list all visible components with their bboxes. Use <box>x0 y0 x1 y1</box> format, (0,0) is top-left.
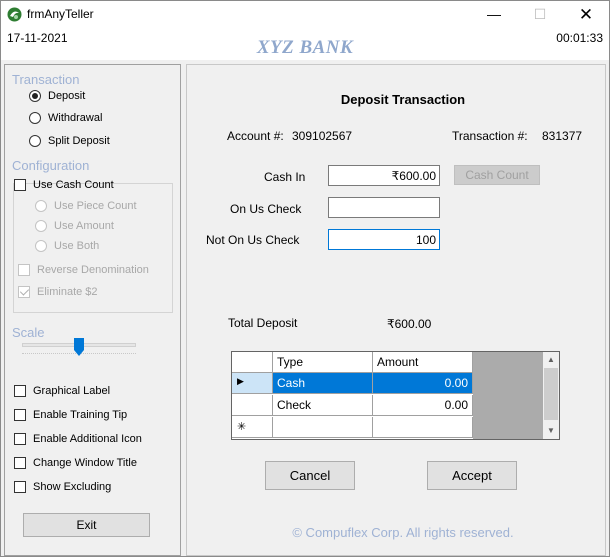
grid-cell-type[interactable]: Cash <box>273 373 373 394</box>
radio-label: Use Amount <box>54 220 114 232</box>
radio-dot-icon <box>29 135 41 147</box>
checkbox-icon <box>14 179 26 191</box>
radio-use-both[interactable]: Use Both <box>35 238 99 254</box>
copyright-footer: © Compuflex Corp. All rights reserved. <box>292 525 514 540</box>
radio-dot-icon <box>35 200 47 212</box>
show-excluding-checkbox[interactable]: Show Excluding <box>14 479 111 495</box>
minimize-button[interactable]: — <box>471 1 517 28</box>
radio-dot-icon <box>29 112 41 124</box>
configuration-group-label: Configuration <box>12 158 90 173</box>
radio-split-deposit[interactable]: Split Deposit <box>29 133 110 149</box>
app-window: frmAnyTeller — ☐ ✕ 17-11-2021 XYZ BANK 0… <box>0 0 610 557</box>
radio-dot-icon <box>35 220 47 232</box>
enable-additional-icon-checkbox[interactable]: Enable Additional Icon <box>14 431 142 447</box>
checkmark-icon <box>18 286 30 298</box>
title-bar: frmAnyTeller — ☐ ✕ <box>1 1 609 28</box>
radio-deposit[interactable]: Deposit <box>29 88 85 104</box>
grid-corner <box>232 352 273 373</box>
not-on-us-check-input[interactable]: 100 <box>328 229 440 250</box>
checkbox-icon <box>14 385 26 397</box>
options-panel: Transaction Deposit Withdrawal Split Dep… <box>4 64 181 556</box>
page-title: Deposit Transaction <box>340 92 466 107</box>
cash-in-input[interactable]: ₹600.00 <box>328 165 440 186</box>
radio-use-amount[interactable]: Use Amount <box>35 218 114 234</box>
radio-label: Withdrawal <box>48 112 103 124</box>
checkbox-icon <box>14 457 26 469</box>
close-button[interactable]: ✕ <box>563 1 609 28</box>
scroll-thumb[interactable] <box>544 368 558 420</box>
eliminate-two-checkbox[interactable]: Eliminate $2 <box>18 284 98 300</box>
checkbox-label: Show Excluding <box>33 481 112 493</box>
checkbox-label: Reverse Denomination <box>37 264 149 276</box>
checkbox-label: Eliminate $2 <box>37 286 98 298</box>
checkbox-icon <box>14 433 26 445</box>
grid-cell-amount[interactable]: 0.00 <box>373 373 473 394</box>
radio-label: Deposit <box>48 90 86 102</box>
transaction-number: 831377 <box>542 129 583 143</box>
radio-dot-icon <box>29 90 41 102</box>
session-timer: 00:01:33 <box>556 31 603 45</box>
checkbox-label: Use Cash Count <box>33 179 114 191</box>
grid-header-type[interactable]: Type <box>273 352 373 373</box>
scroll-down-icon[interactable]: ▼ <box>543 423 559 439</box>
checkbox-icon <box>18 264 30 276</box>
deposit-panel: Deposit Transaction Account #: 309102567… <box>186 64 606 556</box>
on-us-check-input[interactable] <box>328 197 440 218</box>
account-number: 309102567 <box>292 129 353 143</box>
maximize-button[interactable]: ☐ <box>517 1 563 28</box>
transaction-label: Transaction #: <box>452 129 528 143</box>
checkbox-label: Enable Training Tip <box>33 409 128 421</box>
scale-group-label: Scale <box>12 325 45 340</box>
change-window-title-checkbox[interactable]: Change Window Title <box>14 455 137 471</box>
account-label: Account #: <box>227 129 284 143</box>
accept-button[interactable]: Accept <box>427 461 517 490</box>
graphical-label-checkbox[interactable]: Graphical Label <box>14 383 110 399</box>
cash-count-button[interactable]: Cash Count <box>454 165 540 185</box>
total-deposit-value: ₹600.00 <box>387 317 432 331</box>
on-us-check-label: On Us Check <box>230 202 302 216</box>
cash-in-label: Cash In <box>264 170 306 184</box>
reverse-denomination-checkbox[interactable]: Reverse Denomination <box>18 262 149 278</box>
checkbox-icon <box>14 481 26 493</box>
window-title: frmAnyTeller <box>27 7 94 21</box>
scale-slider-thumb[interactable] <box>74 338 84 356</box>
radio-dot-icon <box>35 240 47 252</box>
new-row-icon[interactable]: ✳ <box>232 417 273 438</box>
grid-cell-amount[interactable]: 0.00 <box>373 395 473 416</box>
transaction-group-label: Transaction <box>12 72 80 87</box>
bank-name: XYZ BANK <box>256 37 354 58</box>
radio-use-piece-count[interactable]: Use Piece Count <box>35 198 137 214</box>
header-bar: 17-11-2021 XYZ BANK 00:01:33 <box>1 28 609 60</box>
scroll-up-icon[interactable]: ▲ <box>543 352 559 368</box>
use-cash-count-checkbox[interactable]: Use Cash Count <box>14 177 114 193</box>
exit-button[interactable]: Exit <box>23 513 150 537</box>
grid-cell-new-amount[interactable] <box>373 417 473 438</box>
radio-withdrawal[interactable]: Withdrawal <box>29 110 102 126</box>
checkbox-label: Enable Additional Icon <box>33 433 142 445</box>
grid-cell-type[interactable]: Check <box>273 395 373 416</box>
radio-label: Use Both <box>54 240 100 252</box>
cancel-button[interactable]: Cancel <box>265 461 355 490</box>
row-header[interactable] <box>232 395 273 416</box>
grid-cell-new-type[interactable] <box>273 417 373 438</box>
total-deposit-label: Total Deposit <box>228 316 298 330</box>
checkbox-label: Graphical Label <box>33 385 111 397</box>
checkbox-icon <box>14 409 26 421</box>
enable-training-tip-checkbox[interactable]: Enable Training Tip <box>14 407 127 423</box>
grid-scrollbar[interactable]: ▲ ▼ <box>543 352 559 439</box>
radio-label: Split Deposit <box>48 135 110 147</box>
grid-empty-area <box>473 352 543 439</box>
row-indicator-icon[interactable]: ▶ <box>232 373 273 394</box>
deposit-grid: Type Amount ▶ Cash 0.00 Check 0.00 ✳ ▲ ▼ <box>231 351 560 440</box>
radio-label: Use Piece Count <box>54 200 137 212</box>
not-on-us-check-label: Not On Us Check <box>206 233 300 247</box>
grid-header-amount[interactable]: Amount <box>373 352 473 373</box>
app-logo-icon <box>7 7 22 22</box>
checkbox-label: Change Window Title <box>33 457 137 469</box>
